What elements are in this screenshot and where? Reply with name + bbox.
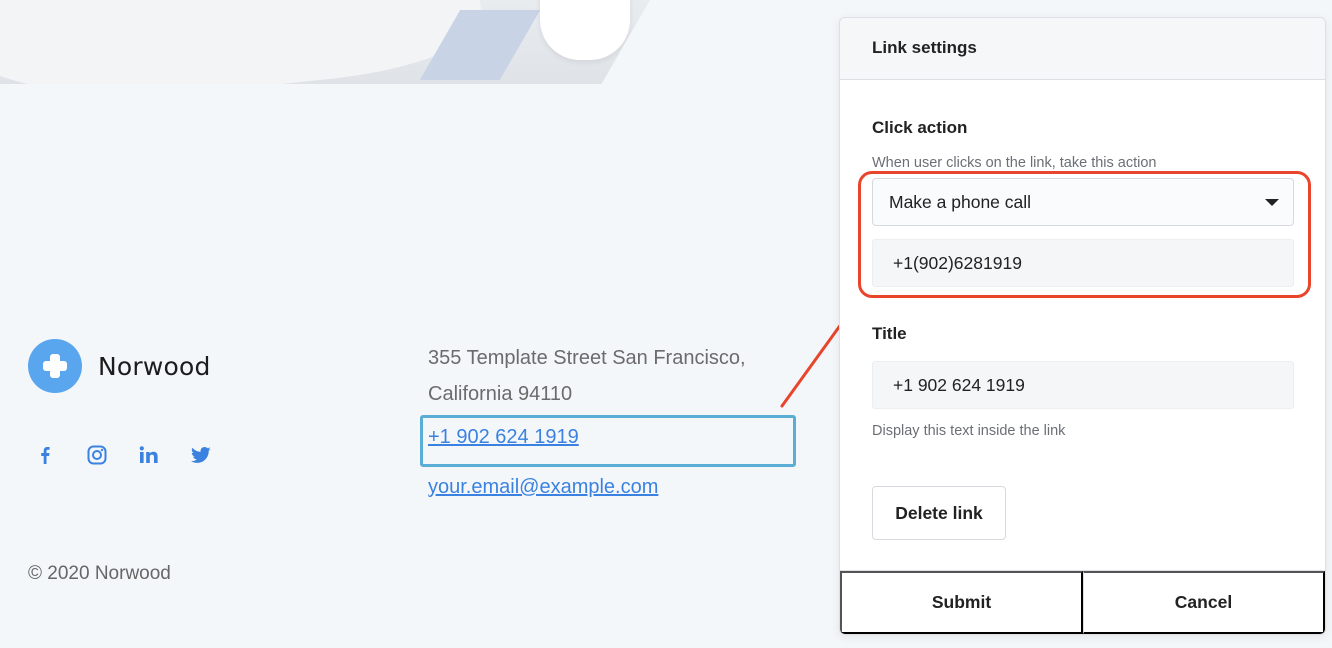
link-settings-panel: Link settings Click action When user cli… xyxy=(839,17,1326,635)
address: 355 Template Street San Francisco, Calif… xyxy=(428,340,788,412)
brand: Norwood xyxy=(28,339,211,393)
brand-name: Norwood xyxy=(98,351,211,381)
title-label: Title xyxy=(872,324,907,343)
copyright-text: © 2020 Norwood xyxy=(28,563,171,584)
address-line: California 94110 xyxy=(428,383,573,405)
panel-title: Link settings xyxy=(840,18,1325,80)
click-action-hint: When user clicks on the link, take this … xyxy=(872,155,1157,171)
email-link[interactable]: your.email@example.com xyxy=(428,476,658,499)
linkedin-icon[interactable] xyxy=(138,444,160,466)
instagram-icon[interactable] xyxy=(86,444,108,466)
twitter-icon[interactable] xyxy=(190,444,212,466)
hero-image-shape xyxy=(0,0,487,84)
cancel-button[interactable]: Cancel xyxy=(1083,571,1325,634)
delete-link-button[interactable]: Delete link xyxy=(872,486,1006,540)
title-input[interactable] xyxy=(872,361,1294,409)
address-line: 355 Template Street San Francisco, xyxy=(428,347,746,369)
plus-cross-icon xyxy=(28,339,82,393)
phone-link[interactable]: +1 902 624 1919 xyxy=(428,426,579,449)
social-links xyxy=(34,444,212,466)
title-hint: Display this text inside the link xyxy=(872,423,1066,439)
hero-image-cup xyxy=(540,0,630,60)
facebook-icon[interactable] xyxy=(34,444,56,466)
annotation-highlight xyxy=(858,171,1311,298)
click-action-label: Click action xyxy=(872,118,968,137)
hero-image xyxy=(0,0,720,84)
submit-button[interactable]: Submit xyxy=(840,571,1083,634)
panel-footer: Submit Cancel xyxy=(840,570,1325,634)
